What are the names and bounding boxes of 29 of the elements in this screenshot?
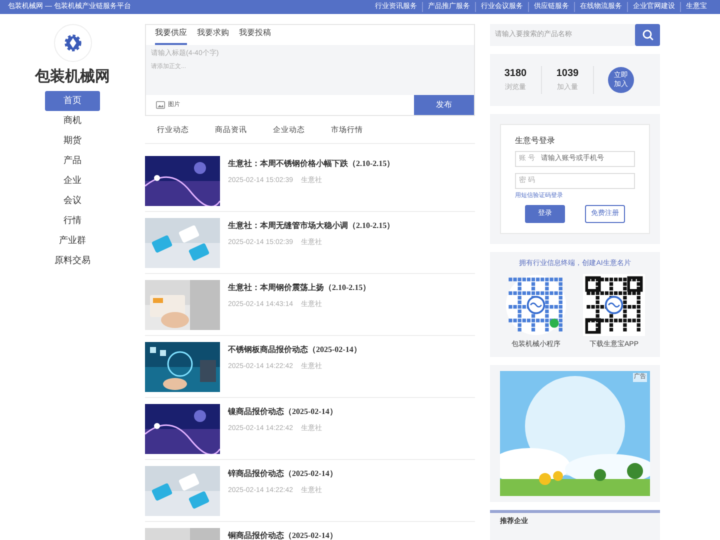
article-title[interactable]: 生意社：本周不锈钢价格小幅下跌（2.10-2.15） [228,158,395,170]
image-icon [156,101,165,109]
search-button[interactable] [635,24,660,46]
post-tab[interactable]: 我要求购 [197,27,229,45]
nav-item[interactable]: 企业 [45,170,100,190]
article-title[interactable]: 生意社：本周无缝管市场大稳小调（2.10-2.15） [228,220,395,232]
post-tab[interactable]: 我要投稿 [239,27,271,45]
gear-icon [62,33,82,53]
article-title[interactable]: 镍商品报价动态（2025-02-14） [228,406,338,418]
search-icon [642,29,654,41]
qr-code [583,274,645,336]
article-title[interactable]: 不锈钢板商品报价动态（2025-02-14） [228,344,362,356]
nav-item[interactable]: 产品 [45,150,100,170]
article-title[interactable]: 铜商品报价动态（2025-02-14） [228,530,338,540]
nav-item[interactable]: 产业群 [45,230,100,250]
nav-item[interactable]: 会议 [45,190,100,210]
logo-text: 包装机械网 [35,67,110,87]
nav-item[interactable]: 商机 [45,110,100,130]
stat-value: 3180 [504,67,527,82]
nav-item[interactable]: 首页 [45,90,100,110]
qr-code [505,274,567,336]
nav-item[interactable]: 原料交易 [45,250,100,270]
article-title[interactable]: 锌商品报价动态（2025-02-14） [228,468,338,480]
nav-item[interactable]: 行情 [45,210,100,230]
nav-item[interactable]: 期货 [45,130,100,150]
login-title: 生意号登录 [515,135,556,147]
article-title[interactable]: 生意社：本周钢价震荡上扬（2.10-2.15） [228,282,371,294]
stat-value: 1039 [556,67,579,82]
publish-button[interactable]: 发布 [414,95,474,115]
